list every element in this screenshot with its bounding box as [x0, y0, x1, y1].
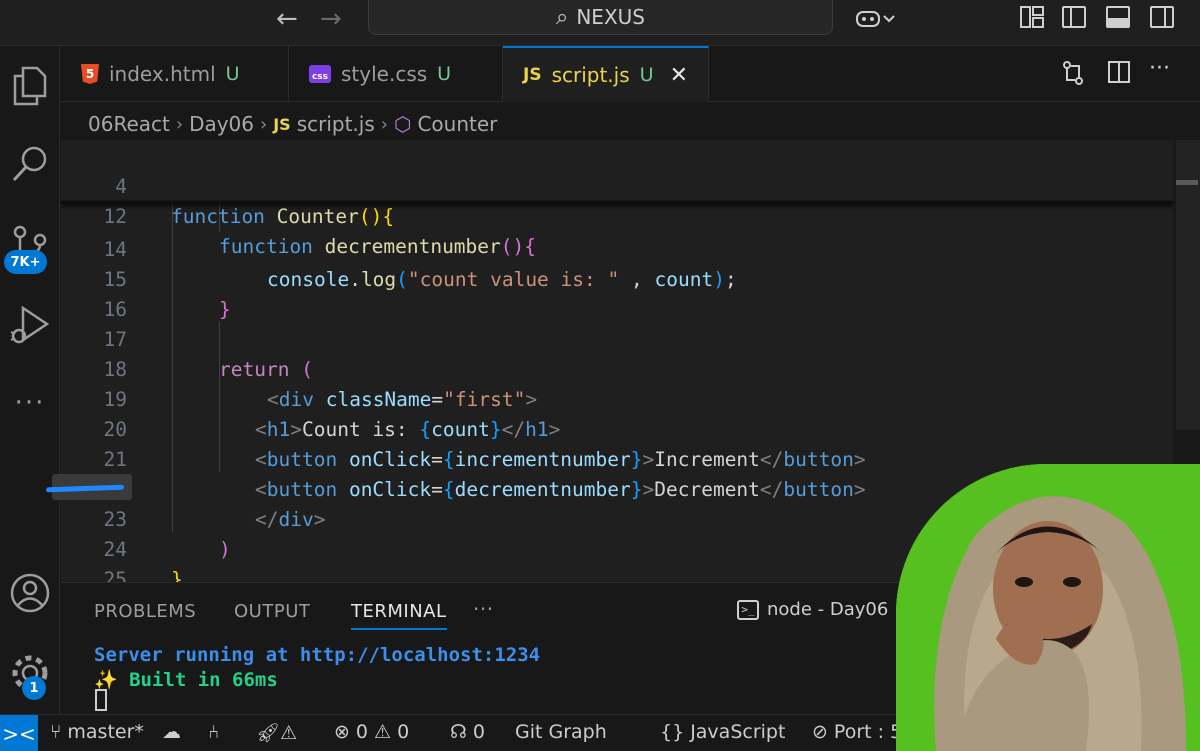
toggle-secondary-sidebar-icon[interactable] — [1150, 6, 1174, 28]
tab-problems[interactable]: PROBLEMS — [94, 601, 196, 622]
customize-layout-icon[interactable] — [1020, 6, 1044, 28]
webcam-overlay — [896, 464, 1200, 751]
breadcrumb: 06React › Day06 › JS script.js › ⬡ Count… — [88, 110, 497, 138]
remote-indicator-icon[interactable]: >< — [0, 715, 38, 751]
back-arrow-icon[interactable]: ← — [276, 4, 298, 34]
git-graph-button[interactable]: Git Graph — [515, 721, 607, 743]
toggle-panel-icon[interactable] — [1106, 6, 1130, 28]
terminal-instance[interactable]: >_ node - Day06 — [737, 599, 888, 620]
warning-icon: ⚠ — [374, 721, 392, 743]
code-line: 19 <h1>Count is: {count}</h1> — [61, 355, 1173, 441]
open-changes-icon[interactable] — [1061, 60, 1085, 92]
command-center-search[interactable]: ⌕ NEXUS — [368, 0, 833, 35]
more-views-icon[interactable]: ··· — [0, 388, 60, 418]
braces-icon: {} — [660, 721, 685, 743]
search-view-icon[interactable] — [0, 144, 60, 184]
language-mode[interactable]: {} JavaScript — [660, 721, 785, 743]
tab-script-js[interactable]: JS script.js U ✕ — [503, 46, 709, 102]
terminal-icon: >_ — [737, 599, 759, 620]
terminal-output-line: ✨ Built in 66ms — [94, 669, 278, 691]
symbol-method-icon: ⬡ — [393, 112, 412, 136]
language-label: JavaScript — [690, 721, 786, 743]
scrollbar-thumb[interactable] — [1176, 180, 1198, 185]
breadcrumb-folder[interactable]: Day06 — [189, 112, 254, 136]
error-count: 0 — [355, 721, 369, 743]
warning-count: 0 — [397, 721, 410, 743]
untracked-status: U — [225, 63, 240, 85]
breadcrumb-file[interactable]: script.js — [297, 112, 375, 136]
code-line: 20 <button onClick={incrementnumber}>Inc… — [61, 385, 1173, 471]
js-file-icon: JS — [273, 114, 291, 134]
chevron-right-icon: › — [260, 113, 268, 135]
terminal-label: node - Day06 — [767, 599, 889, 620]
git-branch-icon: ⑂ — [50, 721, 62, 743]
tab-label: script.js — [551, 63, 630, 87]
tab-style-css[interactable]: css style.css U — [289, 46, 503, 102]
source-control-badge: 7K+ — [4, 250, 47, 274]
error-icon: ⊗ — [334, 721, 350, 743]
code-line: 17 return ( — [61, 295, 1173, 381]
breadcrumb-folder[interactable]: 06React — [88, 112, 170, 136]
code-line: 16 — [61, 265, 1173, 321]
tab-output[interactable]: OUTPUT — [234, 601, 310, 622]
untracked-status: U — [639, 64, 654, 86]
terminal-cursor — [95, 689, 107, 711]
sticky-scroll-divider — [61, 201, 1173, 204]
accounts-icon[interactable] — [0, 572, 60, 614]
split-editor-icon[interactable] — [1107, 60, 1131, 90]
copilot-icon[interactable] — [856, 8, 896, 35]
sync-icon[interactable]: ☁ — [162, 721, 181, 743]
chevron-right-icon: › — [175, 113, 184, 135]
html-file-icon: 5 — [81, 64, 99, 84]
more-actions-icon[interactable]: ··· — [1149, 56, 1170, 81]
git-compare-icon[interactable]: ⑃ — [208, 721, 219, 743]
code-line: 18 <div className="first"> — [61, 325, 1173, 411]
code-line: 21 <button onClick={decrementnumber}>Dec… — [61, 415, 1173, 501]
forward-arrow-icon[interactable]: → — [320, 4, 342, 34]
title-bar: ← → ⌕ NEXUS — [0, 0, 1200, 46]
code-line: 12 function decrementnumber(){ — [61, 172, 1173, 258]
branch-indicator[interactable]: ⑂ master* — [50, 721, 144, 743]
ports-indicator[interactable]: ☊ 0 — [450, 721, 485, 743]
no-entry-icon: ⊘ — [812, 721, 828, 743]
tab-label: style.css — [341, 62, 428, 86]
activity-bar: 7K+ ··· 1 — [0, 46, 60, 714]
tab-index-html[interactable]: 5 index.html U — [61, 46, 289, 102]
search-icon: ⌕ — [556, 4, 569, 30]
breadcrumb-symbol[interactable]: Counter — [417, 112, 497, 136]
manage-badge: 1 — [22, 676, 46, 700]
line-number: 25 — [103, 568, 127, 582]
editor-tabs: 5 index.html U css style.css U JS script… — [61, 46, 1200, 102]
command-center-label: NEXUS — [576, 5, 645, 29]
presenter-video — [896, 464, 1200, 751]
run-and-debug-icon[interactable] — [0, 304, 60, 346]
tab-terminal[interactable]: TERMINAL — [351, 601, 447, 630]
js-file-icon: JS — [523, 65, 542, 85]
code-line: 4 function Counter(){ — [61, 142, 1173, 228]
branch-name: master* — [67, 721, 144, 743]
code-line: 15 } — [61, 235, 1173, 321]
problems-indicator[interactable]: ⊗ 0 ⚠ 0 — [334, 721, 409, 743]
css-file-icon: css — [309, 65, 331, 83]
untracked-status: U — [437, 63, 452, 85]
broadcast-icon: ☊ — [450, 721, 467, 743]
ports-count: 0 — [472, 721, 485, 743]
chevron-right-icon: › — [380, 113, 388, 135]
deploy-rocket-icon[interactable]: 🚀︎⚠ — [256, 721, 297, 744]
toggle-primary-sidebar-icon[interactable] — [1062, 6, 1086, 28]
panel-more-icon[interactable]: ··· — [473, 597, 494, 621]
close-tab-icon[interactable]: ✕ — [670, 63, 688, 88]
code-line: 14 console.log("count value is: " , coun… — [61, 205, 1173, 291]
terminal-output-line: Server running at http://localhost:1234 — [94, 644, 541, 666]
tab-label: index.html — [109, 62, 216, 86]
explorer-icon[interactable] — [0, 66, 60, 106]
